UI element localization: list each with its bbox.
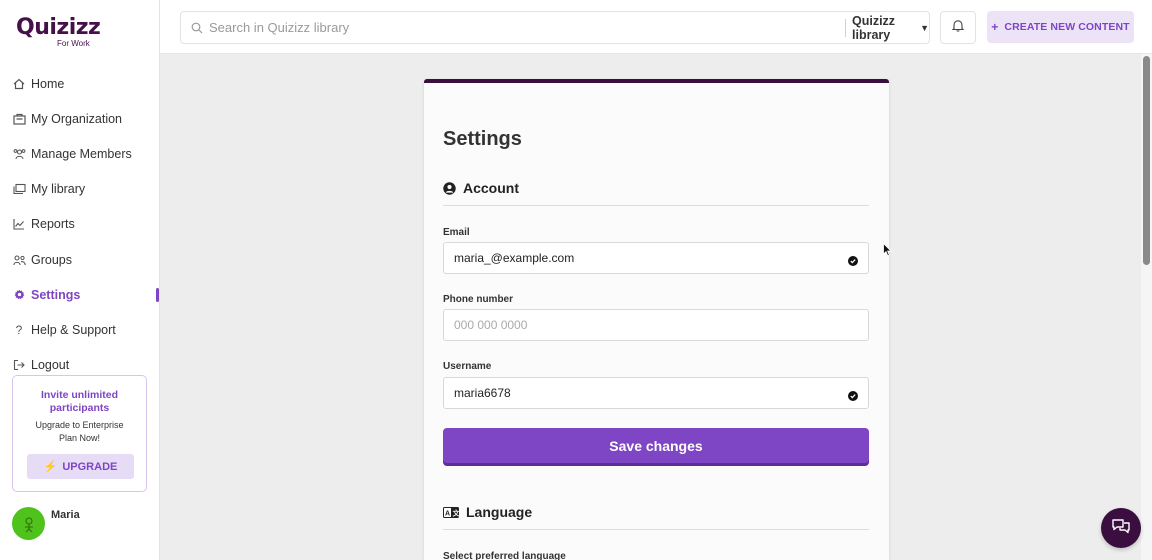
- svg-text:A: A: [445, 510, 450, 517]
- verified-check-icon: [848, 388, 858, 406]
- account-section-heading: Account: [443, 180, 519, 196]
- language-heading-text: Language: [466, 504, 533, 520]
- upgrade-button-label: UPGRADE: [62, 460, 118, 473]
- groups-icon: [12, 253, 26, 267]
- sidebar-item-label: Home: [31, 76, 65, 91]
- sidebar-item-my-library[interactable]: My library: [0, 172, 160, 207]
- svg-text:文: 文: [453, 508, 459, 517]
- page-title: Settings: [443, 128, 522, 150]
- plus-icon: +: [991, 20, 999, 34]
- sidebar-nav: Home My Organization Manage Members My l…: [0, 66, 160, 383]
- sidebar-item-help-support[interactable]: ? Help & Support: [0, 312, 160, 347]
- email-field-box: [443, 242, 869, 274]
- sidebar-item-home[interactable]: Home: [0, 66, 160, 101]
- home-icon: [12, 77, 26, 91]
- phone-field-box: [443, 309, 869, 341]
- language-section-heading: A文 Language: [443, 504, 532, 520]
- promo-subtitle: Upgrade to Enterprise Plan Now!: [35, 420, 124, 443]
- mouse-cursor-icon: [883, 242, 892, 262]
- logo-subtitle: For Work: [57, 39, 90, 48]
- sidebar-item-label: My Organization: [31, 111, 123, 126]
- create-button-label: CREATE NEW CONTENT: [1004, 21, 1130, 33]
- verified-check-icon: [848, 253, 858, 271]
- username-field-box: [443, 377, 869, 409]
- sidebar-item-reports[interactable]: Reports: [0, 207, 160, 242]
- promo-title: Invite unlimited participants: [40, 389, 118, 414]
- account-heading-text: Account: [463, 180, 519, 196]
- sidebar-item-label: Manage Members: [31, 146, 132, 161]
- sidebar-item-groups[interactable]: Groups: [0, 242, 160, 277]
- sidebar-item-label: Reports: [31, 217, 75, 232]
- members-icon: [12, 147, 26, 161]
- sidebar-item-label: Help & Support: [31, 322, 116, 337]
- sidebar-item-label: My library: [31, 182, 86, 197]
- phone-label: Phone number: [443, 294, 514, 305]
- organization-icon: [12, 112, 26, 126]
- user-circle-icon: [443, 181, 456, 195]
- reports-icon: [12, 217, 26, 231]
- phone-field[interactable]: [444, 310, 824, 340]
- page-scrollbar[interactable]: [1141, 54, 1152, 560]
- top-bar: Quizizz library ▼ + CREATE NEW CONTENT: [160, 0, 1152, 54]
- search-box: Quizizz library ▼: [180, 11, 930, 44]
- notifications-button[interactable]: [940, 11, 976, 44]
- sidebar-item-my-organization[interactable]: My Organization: [0, 101, 160, 136]
- sidebar-item-label: Settings: [31, 287, 81, 302]
- logout-icon: [12, 358, 26, 372]
- chat-support-button[interactable]: [1101, 508, 1141, 548]
- email-label: Email: [443, 227, 470, 238]
- language-select-label: Select preferred language: [443, 551, 566, 560]
- chat-icon: [1111, 517, 1131, 540]
- upgrade-promo-card: Invite unlimited participants Upgrade to…: [12, 375, 147, 492]
- search-icon: [191, 21, 203, 39]
- sidebar-item-settings[interactable]: Settings: [0, 277, 160, 312]
- logo-text: Quizizz: [16, 15, 101, 40]
- language-icon: A文: [443, 506, 459, 518]
- sidebar-item-manage-members[interactable]: Manage Members: [0, 136, 160, 171]
- upgrade-button[interactable]: ⚡ UPGRADE: [27, 454, 134, 479]
- gear-icon: [12, 288, 26, 302]
- library-select-value: Quizizz library: [852, 14, 896, 42]
- save-changes-button[interactable]: Save changes: [443, 428, 869, 463]
- user-profile[interactable]: Maria: [12, 507, 80, 540]
- settings-card: Settings Account Email Phone number User…: [424, 79, 889, 560]
- sidebar: Quizizz For Work Home My Organization Ma…: [0, 0, 160, 560]
- sidebar-item-label: Groups: [31, 252, 72, 267]
- search-input[interactable]: [209, 12, 809, 43]
- lightning-icon: ⚡: [43, 461, 58, 473]
- user-name: Maria: [51, 509, 80, 521]
- avatar: [12, 507, 45, 540]
- email-field[interactable]: [444, 243, 824, 273]
- section-divider: [443, 529, 869, 530]
- section-divider: [443, 205, 869, 206]
- help-icon: ?: [15, 322, 23, 337]
- username-label: Username: [443, 361, 492, 372]
- library-select[interactable]: Quizizz library ▼: [845, 14, 929, 42]
- scrollbar-thumb[interactable]: [1143, 56, 1150, 265]
- bell-icon: [951, 19, 965, 37]
- library-icon: [12, 182, 26, 196]
- caret-down-icon: ▼: [920, 23, 929, 33]
- username-field[interactable]: [444, 378, 824, 408]
- quizizz-logo[interactable]: Quizizz For Work: [16, 15, 101, 49]
- create-new-content-button[interactable]: + CREATE NEW CONTENT: [987, 11, 1134, 43]
- sidebar-item-label: Logout: [31, 358, 70, 373]
